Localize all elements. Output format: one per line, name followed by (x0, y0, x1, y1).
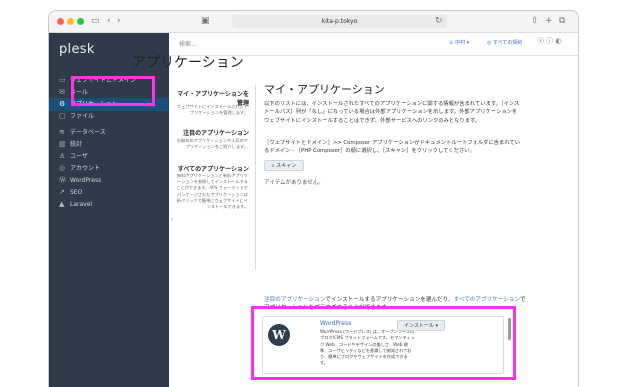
subscriptions-menu[interactable]: ◎ すべての契約 (487, 39, 522, 47)
column-divider (255, 85, 256, 270)
section-heading: マイ・アプリケーション (264, 83, 385, 96)
gear-icon: ⚙ (59, 100, 66, 108)
sidebar-item[interactable]: ▢ ファイル (49, 110, 169, 123)
sidebar-item-label: SEO (70, 189, 83, 196)
back-icon[interactable]: ‹ (107, 15, 111, 27)
browser-toolbar: ▭ ‹ › ▣ kita-p.tokyo ↻ ⇧ + ⧉ (49, 11, 578, 33)
collapse-arrow-icon[interactable]: ‹ (171, 216, 173, 223)
featured-apps-text: でインストールするアプリケーションを選んだり、 (325, 297, 454, 303)
featured-apps-link[interactable]: 注目のアプリケーション (264, 297, 325, 303)
side-section-title[interactable]: 注目のアプリケーション (176, 128, 249, 137)
folder-icon: ▢ (59, 112, 66, 120)
side-section-text: お勧めのアプリケーションや人気のアプリケーションをご紹介します。 (176, 138, 248, 150)
sidebar-item-label: Laravel (70, 201, 93, 208)
scan-button-label: スキャン (276, 163, 297, 169)
description-paragraph: 以下のリストには、インストールされたすべてのアプリケーションに関する情報が含まれ… (264, 101, 520, 124)
minimize-window-button[interactable] (67, 18, 74, 25)
share-icon[interactable]: ⇧ (531, 15, 539, 27)
highlight-box-wordpress (251, 306, 516, 380)
search-input[interactable]: 検索... (179, 39, 197, 48)
sidebar-toggle-icon[interactable]: ▭ (91, 15, 100, 27)
address-bar[interactable]: kita-p.tokyo (232, 15, 447, 28)
page-title: アプリケーション (132, 55, 244, 71)
shield-icon[interactable]: ▣ (201, 15, 210, 27)
database-icon: ≋ (59, 128, 65, 136)
subscriptions-label: すべての契約 (492, 40, 523, 46)
side-section-text: 無料アプリケーションと有料アプリケーションを参照してインストールすることができま… (176, 173, 248, 210)
empty-state-text: アイテムがありません。 (264, 180, 324, 186)
sidebar-item-label: WordPress (70, 177, 102, 184)
wordpress-icon: Ⓦ (59, 176, 66, 184)
side-section-text: ウェブサイトにインストールされたアプリケーションを管理します。 (176, 104, 248, 116)
scan-button[interactable]: ⌕ スキャン (264, 160, 304, 171)
user-menu[interactable]: ♙ 中村 ▾ (449, 39, 469, 47)
plesk-logo[interactable]: plesk (59, 42, 95, 57)
url-text: kita-p.tokyo (321, 18, 358, 25)
sidebar-item-label: ユーザ (70, 153, 88, 160)
mail-icon: ✉ (59, 88, 65, 96)
sidebar-item[interactable]: ▲ Laravel (49, 198, 169, 211)
sidebar-item-label: アカウント (70, 165, 101, 172)
user-icon: ♙ (59, 152, 66, 160)
seo-icon: ↗ (59, 188, 65, 196)
sidebar-item-label: データベース (70, 129, 106, 136)
user-name: 中村 (455, 40, 466, 46)
new-tab-icon[interactable]: + (545, 15, 553, 27)
close-window-button[interactable] (57, 18, 64, 25)
highlight-box-applications (71, 76, 155, 106)
sidebar-item-label: 統計 (70, 141, 83, 148)
monitor-icon: ▭ (59, 76, 66, 84)
sidebar-item-label: ファイル (70, 113, 95, 120)
chart-icon: ▥ (59, 140, 66, 148)
all-apps-link[interactable]: すべてのアプリケーション (454, 297, 520, 303)
side-section-title[interactable]: すべてのアプリケーション (176, 164, 249, 173)
help-icon[interactable]: ⓧ ⓘ ◐ (537, 37, 562, 45)
composer-paragraph: ［ウェブサイトとドメイン］>> Composer アプリケーションがドキュメント… (264, 140, 521, 155)
tabs-overview-icon[interactable]: ⧉ (559, 15, 565, 27)
zoom-window-button[interactable] (77, 18, 84, 25)
forward-icon[interactable]: › (117, 15, 121, 27)
reload-icon[interactable]: ↻ (435, 15, 443, 27)
laravel-icon: ▲ (59, 200, 65, 208)
account-icon: ◎ (59, 164, 66, 172)
